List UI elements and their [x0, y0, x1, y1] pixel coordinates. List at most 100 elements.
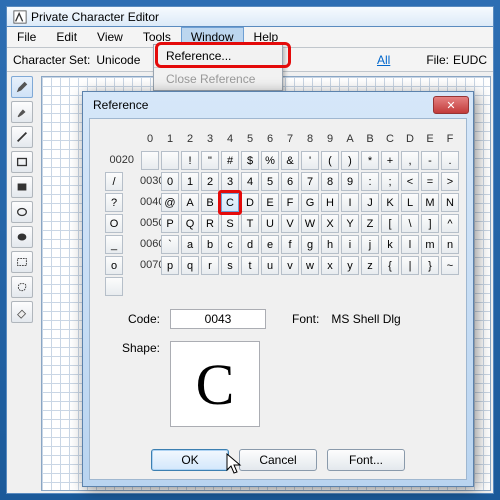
char-cell[interactable]: Q — [181, 214, 199, 233]
char-cell[interactable]: ^ — [441, 214, 459, 233]
char-cell[interactable]: d — [241, 235, 259, 254]
char-cell[interactable]: p — [161, 256, 179, 275]
char-cell[interactable]: > — [441, 172, 459, 191]
char-cell[interactable]: f — [281, 235, 299, 254]
char-cell[interactable]: J — [361, 193, 379, 212]
char-cell[interactable]: " — [201, 151, 219, 170]
char-cell[interactable]: ` — [161, 235, 179, 254]
char-cell[interactable]: M — [421, 193, 439, 212]
char-cell[interactable]: ? — [105, 193, 123, 212]
char-cell[interactable]: . — [441, 151, 459, 170]
char-cell[interactable]: ! — [181, 151, 199, 170]
menu-view[interactable]: View — [87, 27, 133, 47]
char-cell[interactable]: T — [241, 214, 259, 233]
char-cell[interactable]: ) — [341, 151, 359, 170]
char-cell[interactable]: 1 — [181, 172, 199, 191]
char-cell[interactable]: : — [361, 172, 379, 191]
char-cell[interactable]: ~ — [441, 256, 459, 275]
char-cell[interactable]: K — [381, 193, 399, 212]
char-cell[interactable]: v — [281, 256, 299, 275]
char-cell[interactable]: X — [321, 214, 339, 233]
char-cell[interactable]: L — [401, 193, 419, 212]
char-cell[interactable]: A — [181, 193, 199, 212]
char-cell[interactable]: l — [401, 235, 419, 254]
char-cell[interactable]: O — [105, 214, 123, 233]
tool-select-rect[interactable] — [11, 251, 33, 273]
char-cell[interactable]: * — [361, 151, 379, 170]
char-cell[interactable]: } — [421, 256, 439, 275]
char-cell[interactable]: N — [441, 193, 459, 212]
code-link[interactable]: All — [377, 53, 390, 67]
tool-ellipse-fill[interactable] — [11, 226, 33, 248]
char-cell[interactable]: - — [421, 151, 439, 170]
char-cell[interactable]: E — [261, 193, 279, 212]
char-cell[interactable]: R — [201, 214, 219, 233]
char-cell[interactable]: Y — [341, 214, 359, 233]
char-cell[interactable]: Z — [361, 214, 379, 233]
char-cell[interactable]: ' — [301, 151, 319, 170]
char-cell[interactable]: y — [341, 256, 359, 275]
char-cell[interactable]: w — [301, 256, 319, 275]
char-cell[interactable]: b — [201, 235, 219, 254]
char-cell[interactable] — [105, 277, 123, 296]
char-cell[interactable]: < — [401, 172, 419, 191]
tool-brush[interactable] — [11, 101, 33, 123]
char-cell[interactable]: @ — [161, 193, 179, 212]
menu-edit[interactable]: Edit — [46, 27, 87, 47]
char-cell[interactable]: D — [241, 193, 259, 212]
char-cell[interactable]: 8 — [321, 172, 339, 191]
char-cell[interactable]: S — [221, 214, 239, 233]
font-button[interactable]: Font... — [327, 449, 405, 471]
char-cell[interactable]: c — [221, 235, 239, 254]
char-cell[interactable]: ] — [421, 214, 439, 233]
char-cell[interactable]: k — [381, 235, 399, 254]
char-cell[interactable]: U — [261, 214, 279, 233]
menu-file[interactable]: File — [7, 27, 46, 47]
char-cell[interactable]: z — [361, 256, 379, 275]
tool-line[interactable] — [11, 126, 33, 148]
char-cell[interactable]: H — [321, 193, 339, 212]
char-cell[interactable]: h — [321, 235, 339, 254]
dialog-titlebar[interactable]: Reference ✕ — [83, 92, 473, 118]
char-cell[interactable]: m — [421, 235, 439, 254]
tool-select-free[interactable] — [11, 276, 33, 298]
char-cell[interactable]: g — [301, 235, 319, 254]
char-cell[interactable]: B — [201, 193, 219, 212]
char-cell[interactable]: 5 — [261, 172, 279, 191]
char-cell[interactable]: x — [321, 256, 339, 275]
char-cell[interactable]: 6 — [281, 172, 299, 191]
char-cell[interactable]: u — [261, 256, 279, 275]
char-cell[interactable]: { — [381, 256, 399, 275]
char-cell[interactable]: # — [221, 151, 239, 170]
char-cell[interactable]: ( — [321, 151, 339, 170]
tool-pencil[interactable] — [11, 76, 33, 98]
char-cell[interactable]: o — [105, 256, 123, 275]
tool-rect-outline[interactable] — [11, 151, 33, 173]
code-input[interactable]: 0043 — [170, 309, 266, 329]
char-cell[interactable]: ; — [381, 172, 399, 191]
char-cell[interactable]: r — [201, 256, 219, 275]
char-cell[interactable]: q — [181, 256, 199, 275]
char-cell[interactable]: \ — [401, 214, 419, 233]
char-cell[interactable]: + — [381, 151, 399, 170]
char-cell[interactable]: G — [301, 193, 319, 212]
char-cell[interactable]: e — [261, 235, 279, 254]
char-cell[interactable]: s — [221, 256, 239, 275]
ok-button[interactable]: OK — [151, 449, 229, 471]
char-cell[interactable]: F — [281, 193, 299, 212]
char-cell[interactable]: 0 — [161, 172, 179, 191]
char-cell[interactable]: [ — [381, 214, 399, 233]
char-cell[interactable]: % — [261, 151, 279, 170]
char-cell[interactable]: n — [441, 235, 459, 254]
char-cell[interactable]: 3 — [221, 172, 239, 191]
char-cell[interactable]: C — [221, 193, 239, 212]
tool-rect-fill[interactable] — [11, 176, 33, 198]
char-cell[interactable]: i — [341, 235, 359, 254]
char-cell[interactable]: | — [401, 256, 419, 275]
char-cell[interactable]: P — [161, 214, 179, 233]
char-cell[interactable]: $ — [241, 151, 259, 170]
tool-ellipse-outline[interactable] — [11, 201, 33, 223]
dialog-close-button[interactable]: ✕ — [433, 96, 469, 114]
char-cell[interactable]: V — [281, 214, 299, 233]
char-cell[interactable] — [161, 151, 179, 170]
